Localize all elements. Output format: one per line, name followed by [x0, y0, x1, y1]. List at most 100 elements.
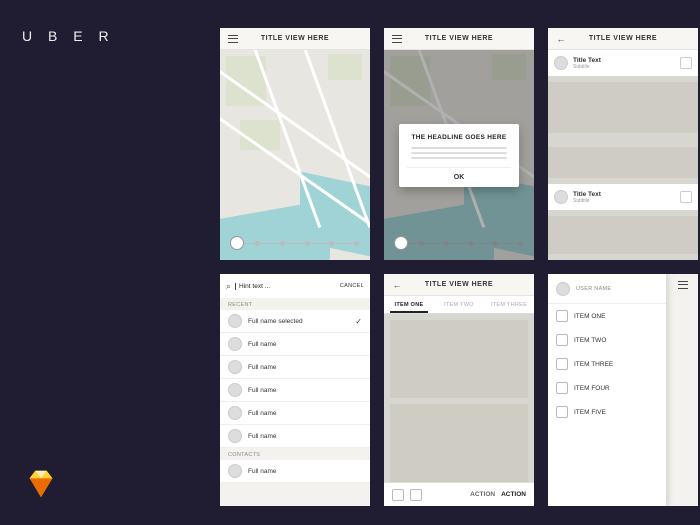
content-block	[390, 404, 528, 482]
tab-item-two[interactable]: ITEM TWO	[434, 298, 484, 312]
drawer-label: ITEM ONE	[574, 313, 605, 320]
contact-row[interactable]: Full name	[220, 356, 370, 379]
contact-name: Full name selected	[248, 318, 303, 325]
drawer-item[interactable]: ITEM FOUR	[548, 376, 666, 400]
nav-title: TITLE VIEW HERE	[425, 281, 493, 288]
contact-row[interactable]: Full name	[220, 460, 370, 483]
contact-name: Full name	[248, 410, 277, 417]
nav-bar: TITLE VIEW HERE	[384, 28, 534, 50]
feed-image	[548, 216, 698, 254]
modal-ok-button[interactable]: OK	[407, 167, 511, 181]
back-button[interactable]	[386, 274, 408, 296]
image-icon	[556, 382, 568, 394]
card-title: Title Text	[573, 57, 601, 64]
brand-logo: U B E R	[22, 28, 115, 44]
user-name: USER NAME	[576, 286, 611, 292]
image-icon[interactable]	[410, 489, 422, 501]
avatar	[554, 190, 568, 204]
screen-tabs: TITLE VIEW HERE ITEM ONE ITEM TWO ITEM T…	[384, 274, 534, 506]
card-subtitle: Subtitle	[573, 198, 601, 204]
screen-map-modal: TITLE VIEW HERE	[384, 28, 534, 260]
content-block	[390, 320, 528, 398]
menu-button[interactable]	[386, 28, 408, 50]
nav-title: TITLE VIEW HERE	[261, 35, 329, 42]
nav-title: TITLE VIEW HERE	[589, 35, 657, 42]
slider-handle[interactable]	[230, 236, 244, 250]
drawer-item[interactable]: ITEM TWO	[548, 328, 666, 352]
feed-image	[548, 147, 698, 179]
screen-search: ⌕ Hint text ... CANCEL RECENT Full name …	[220, 274, 370, 506]
screen-drawer: USER NAME ITEM ONE ITEM TWO ITEM THREE I…	[548, 274, 698, 506]
nav-bar: TITLE VIEW HERE	[220, 28, 370, 50]
tab-item-three[interactable]: ITEM THREE	[484, 298, 534, 312]
feed-image	[548, 82, 698, 133]
map-view[interactable]	[220, 50, 370, 260]
avatar	[228, 314, 242, 328]
nav-bar: TITLE VIEW HERE	[548, 28, 698, 50]
action-bar: ACTION ACTION	[384, 482, 534, 506]
image-icon	[556, 310, 568, 322]
contact-row[interactable]: Full name	[220, 379, 370, 402]
map-view: THE HEADLINE GOES HERE OK	[384, 50, 534, 260]
nav-drawer: USER NAME ITEM ONE ITEM TWO ITEM THREE I…	[548, 274, 666, 506]
action-primary[interactable]: ACTION	[501, 491, 526, 498]
menu-button[interactable]	[222, 28, 244, 50]
contact-name: Full name	[248, 468, 277, 475]
screens-grid: TITLE VIEW HERE	[220, 28, 698, 506]
search-icon: ⌕	[226, 281, 231, 292]
feed-card[interactable]: Title Text Subtitle	[548, 50, 698, 76]
modal-headline: THE HEADLINE GOES HERE	[407, 134, 511, 141]
drawer-label: ITEM FOUR	[574, 385, 610, 392]
drawer-label: ITEM THREE	[574, 361, 613, 368]
avatar	[556, 282, 570, 296]
progress-slider[interactable]	[230, 236, 360, 250]
contact-name: Full name	[248, 341, 277, 348]
modal-overlay[interactable]: THE HEADLINE GOES HERE OK	[384, 50, 534, 260]
hamburger-icon	[228, 35, 238, 43]
search-input[interactable]: Hint text ...	[235, 283, 336, 290]
contact-name: Full name	[248, 433, 277, 440]
screen-feed: TITLE VIEW HERE Title Text Subtitle	[548, 28, 698, 260]
nav-bar: TITLE VIEW HERE	[384, 274, 534, 296]
screen-map: TITLE VIEW HERE	[220, 28, 370, 260]
image-icon	[556, 358, 568, 370]
feed-card[interactable]: Title Text Subtitle	[548, 184, 698, 210]
menu-button[interactable]	[672, 274, 694, 296]
section-header: RECENT	[220, 298, 370, 310]
hamburger-icon	[678, 281, 688, 289]
image-icon	[680, 57, 692, 69]
drawer-header[interactable]: USER NAME	[548, 274, 666, 304]
hamburger-icon	[392, 35, 402, 43]
feed-list[interactable]: Title Text Subtitle Title Text Subtitle	[548, 50, 698, 260]
back-button[interactable]	[550, 28, 572, 50]
drawer-item[interactable]: ITEM FIVE	[548, 400, 666, 424]
section-header: CONTACTS	[220, 448, 370, 460]
search-bar: ⌕ Hint text ... CANCEL	[220, 274, 370, 298]
drawer-label: ITEM FIVE	[574, 409, 606, 416]
nav-title: TITLE VIEW HERE	[425, 35, 493, 42]
contact-row[interactable]: Full name	[220, 425, 370, 448]
contact-name: Full name	[248, 387, 277, 394]
action-secondary[interactable]: ACTION	[470, 491, 495, 498]
tab-bar: ITEM ONE ITEM TWO ITEM THREE	[384, 296, 534, 314]
drawer-label: ITEM TWO	[574, 337, 606, 344]
avatar	[554, 56, 568, 70]
card-subtitle: Subtitle	[573, 64, 601, 70]
drawer-item[interactable]: ITEM ONE	[548, 304, 666, 328]
contact-name: Full name	[248, 364, 277, 371]
image-icon[interactable]	[392, 489, 404, 501]
contact-row[interactable]: Full name	[220, 333, 370, 356]
check-icon: ✓	[355, 317, 362, 326]
alert-dialog: THE HEADLINE GOES HERE OK	[399, 124, 519, 187]
image-icon	[680, 191, 692, 203]
sketch-logo-icon	[22, 465, 60, 503]
cancel-button[interactable]: CANCEL	[340, 283, 364, 289]
contact-row[interactable]: Full name selected ✓	[220, 310, 370, 333]
tab-content	[384, 314, 534, 482]
contact-row[interactable]: Full name	[220, 402, 370, 425]
drawer-item[interactable]: ITEM THREE	[548, 352, 666, 376]
image-icon	[556, 406, 568, 418]
card-title: Title Text	[573, 191, 601, 198]
image-icon	[556, 334, 568, 346]
tab-item-one[interactable]: ITEM ONE	[384, 298, 434, 312]
